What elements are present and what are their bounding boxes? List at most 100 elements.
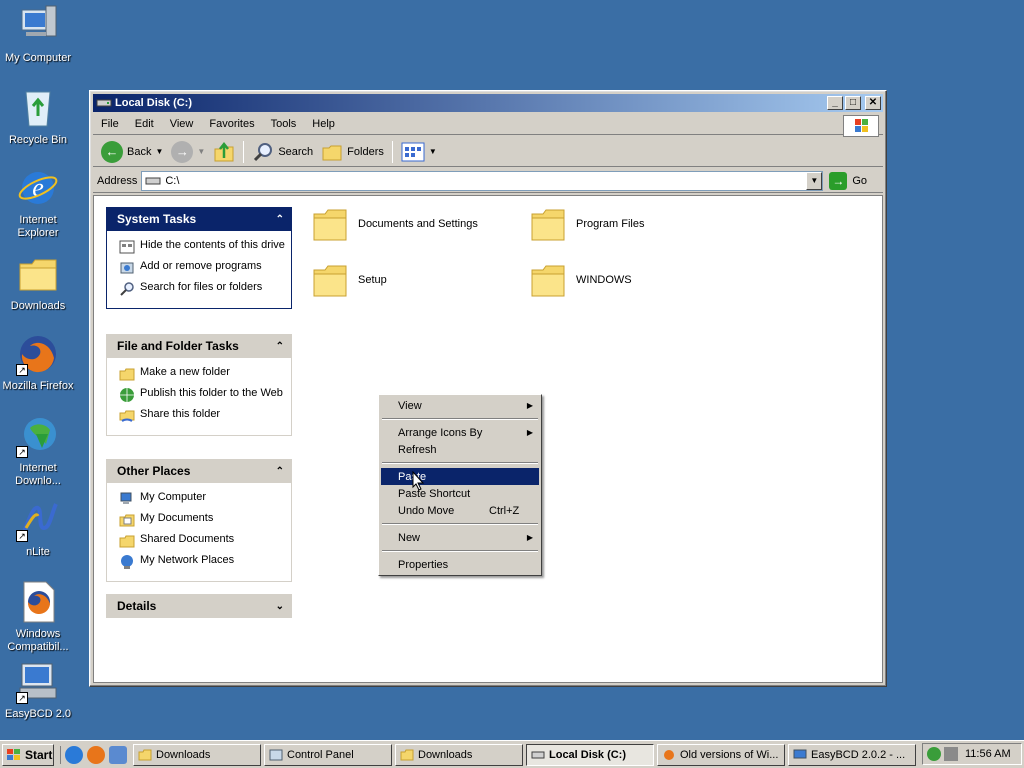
up-folder-icon [214, 141, 234, 161]
chevron-down-icon: ▼ [197, 147, 206, 156]
task-publish-web[interactable]: Publish this folder to the Web [119, 387, 285, 403]
collapse-icon[interactable]: ⌃ [276, 214, 284, 225]
menu-item-paste[interactable]: Paste [381, 468, 539, 485]
desktop-icon-internet-download-manager[interactable]: ↗ Internet Downlo... [2, 414, 74, 488]
place-shared-documents[interactable]: Shared Documents [119, 533, 285, 549]
task-downloads-1[interactable]: Downloads [133, 743, 261, 766]
window-title: Local Disk (C:) [115, 97, 193, 109]
task-downloads-2[interactable]: Downloads [395, 743, 523, 766]
folder-documents-and-settings[interactable]: Documents and Settings [312, 206, 478, 242]
back-arrow-icon: ← [101, 140, 123, 163]
search-icon [254, 142, 273, 161]
place-my-network-places[interactable]: My Network Places [119, 554, 285, 570]
add-remove-programs-icon [120, 262, 134, 274]
folder-windows[interactable]: WINDOWS [530, 262, 632, 298]
task-search-files[interactable]: Search for files or folders [119, 281, 285, 297]
menu-item-properties[interactable]: Properties [381, 556, 539, 573]
minimize-button[interactable]: _ [827, 96, 843, 110]
task-control-panel[interactable]: Control Panel [264, 743, 392, 766]
folder-program-files[interactable]: Program Files [530, 206, 644, 242]
menu-item-view[interactable]: View ▶ [381, 397, 539, 414]
search-button[interactable]: Search [248, 139, 317, 165]
place-my-computer[interactable]: My Computer [119, 491, 285, 507]
desktop-icon-internet-explorer[interactable]: e Internet Explorer [2, 166, 74, 240]
other-places-header[interactable]: Other Places ⌃ [106, 459, 292, 483]
collapse-icon[interactable]: ⌃ [276, 466, 284, 477]
task-easybcd[interactable]: EasyBCD 2.0.2 - ... [788, 743, 916, 766]
folder-setup[interactable]: Setup [312, 262, 387, 298]
collapse-icon[interactable]: ⌃ [276, 341, 284, 352]
task-old-versions[interactable]: Old versions of Wi... [657, 743, 785, 766]
menu-tools[interactable]: Tools [263, 118, 305, 130]
desktop-icon-recycle-bin[interactable]: Recycle Bin [2, 86, 74, 147]
firefox-icon [664, 749, 674, 760]
volume-tray-icon[interactable] [944, 747, 958, 761]
firefox-quicklaunch-icon[interactable] [87, 745, 105, 764]
menu-help[interactable]: Help [304, 118, 343, 130]
folders-button[interactable]: Folders [317, 139, 388, 165]
address-input[interactable]: C:\ ▼ [141, 170, 824, 191]
menu-item-undo-move[interactable]: Undo Move Ctrl+Z [381, 502, 539, 519]
desktop-icon-windows-compatibility[interactable]: Windows Compatibil... [2, 580, 74, 654]
up-folder-button[interactable] [209, 139, 239, 165]
chevron-down-icon: ▼ [428, 147, 437, 156]
taskbar-tasks: Downloads Control Panel Downloads Local … [133, 743, 916, 766]
views-icon [401, 142, 425, 161]
menu-item-refresh[interactable]: Refresh [381, 441, 539, 458]
desktop-icon-label: Windows Compatibil... [7, 628, 69, 653]
shortcut-arrow-icon: ↗ [16, 446, 28, 458]
menu-file[interactable]: File [93, 118, 127, 130]
desktop-icon-mozilla-firefox[interactable]: ↗ Mozilla Firefox [2, 332, 74, 393]
task-share-folder[interactable]: Share this folder [119, 408, 285, 424]
file-folder-tasks-header[interactable]: File and Folder Tasks ⌃ [106, 334, 292, 358]
start-button[interactable]: Start [2, 743, 54, 766]
views-button[interactable]: ▼ [397, 139, 441, 165]
windows-logo-icon [843, 115, 879, 137]
place-my-documents[interactable]: My Documents [119, 512, 285, 528]
menu-bar: File Edit View Favorites Tools Help [93, 114, 883, 137]
address-label: Address [97, 174, 138, 187]
search-icon [120, 282, 134, 296]
desktop-icon-nlite[interactable]: ↗ nLite [2, 498, 74, 559]
menu-item-new[interactable]: New ▶ [381, 529, 539, 546]
explorer-window[interactable]: Local Disk (C:) _ □ ✕ File Edit View Fav… [89, 90, 887, 687]
clock[interactable]: 11:56 AM [965, 748, 1011, 760]
my-documents-icon [119, 514, 135, 527]
close-button[interactable]: ✕ [865, 96, 881, 110]
menu-favorites[interactable]: Favorites [201, 118, 262, 130]
task-make-new-folder[interactable]: Make a new folder [119, 366, 285, 382]
address-dropdown-button[interactable]: ▼ [806, 171, 823, 190]
menu-separator [382, 523, 538, 525]
title-bar[interactable]: Local Disk (C:) _ □ ✕ [93, 94, 883, 112]
network-places-icon [121, 555, 133, 569]
drive-icon [531, 751, 545, 758]
menu-edit[interactable]: Edit [127, 118, 162, 130]
menu-view[interactable]: View [162, 118, 202, 130]
maximize-button[interactable]: □ [845, 96, 861, 110]
network-tray-icon[interactable] [927, 747, 941, 761]
drive-icon [96, 99, 112, 107]
ie-quicklaunch-icon[interactable] [65, 745, 83, 764]
desktop-icon-my-computer[interactable]: My Computer [2, 4, 74, 65]
menu-item-paste-shortcut[interactable]: Paste Shortcut [381, 485, 539, 502]
shared-documents-icon [119, 535, 135, 548]
folders-icon [322, 145, 342, 160]
desktop-icon-label: EasyBCD 2.0 [4, 708, 72, 720]
desktop-icon-downloads[interactable]: Downloads [2, 252, 74, 313]
system-tasks-header[interactable]: System Tasks ⌃ [106, 207, 292, 231]
back-button[interactable]: ← Back ▼ [97, 139, 167, 165]
system-tasks-pane: System Tasks ⌃ Hide the contents of this… [106, 207, 292, 309]
go-button[interactable]: → Go [829, 171, 867, 190]
menu-separator [382, 550, 538, 552]
desktop-icon-easybcd[interactable]: ↗ EasyBCD 2.0 [2, 660, 74, 721]
menu-item-arrange-icons-by[interactable]: Arrange Icons By ▶ [381, 424, 539, 441]
desktop-icon-label: My Computer [4, 52, 72, 64]
easybcd-icon [793, 749, 807, 758]
details-header[interactable]: Details ⌄ [106, 594, 292, 618]
task-local-disk[interactable]: Local Disk (C:) [526, 743, 654, 766]
explorer-quicklaunch-icon[interactable] [109, 745, 127, 764]
task-hide-contents[interactable]: Hide the contents of this drive [119, 239, 285, 255]
forward-button[interactable]: → ▼ [167, 139, 209, 165]
expand-icon[interactable]: ⌄ [276, 601, 284, 612]
task-add-remove-programs[interactable]: Add or remove programs [119, 260, 285, 276]
